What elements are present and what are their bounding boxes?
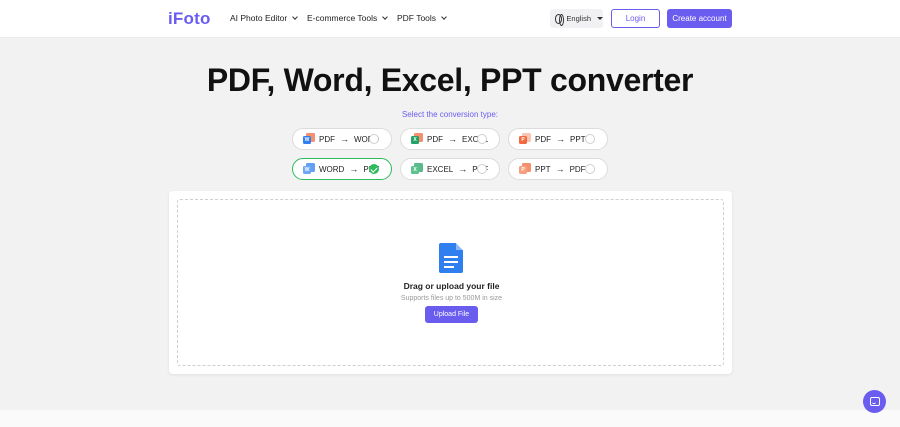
drag-upload-text: Drag or upload your file xyxy=(403,281,500,291)
create-account-button[interactable]: Create account xyxy=(667,9,732,28)
arrow-right-icon: → xyxy=(555,164,565,174)
radio-button[interactable] xyxy=(477,164,487,174)
pdf-to-excel-icon: X xyxy=(411,133,423,145)
option-to: PPT xyxy=(570,134,586,144)
option-from: PDF xyxy=(427,134,443,144)
radio-button[interactable] xyxy=(585,134,595,144)
document-icon xyxy=(439,243,463,273)
nav-ai-photo-editor[interactable]: AI Photo Editor xyxy=(230,13,299,23)
arrow-right-icon: → xyxy=(349,164,359,174)
language-label: English xyxy=(566,14,591,23)
file-size-note: Supports files up to 500M in size xyxy=(400,295,503,302)
option-from: WORD xyxy=(319,164,345,174)
radio-button[interactable] xyxy=(585,164,595,174)
option-from: PDF xyxy=(535,134,551,144)
caret-down-icon xyxy=(597,17,603,20)
option-pdf-to-excel[interactable]: X PDF → EXCEL xyxy=(400,128,500,150)
arrow-right-icon: → xyxy=(448,134,457,144)
check-circle-icon[interactable] xyxy=(369,164,379,174)
globe-icon xyxy=(555,13,564,26)
chevron-down-icon xyxy=(382,13,389,20)
excel-to-pdf-icon: X xyxy=(411,163,423,175)
chat-support-button[interactable] xyxy=(863,390,886,413)
pdf-to-ppt-icon: P xyxy=(519,133,531,145)
top-header: iFoto AI Photo Editor E-commerce Tools P… xyxy=(0,0,900,38)
language-selector[interactable]: English xyxy=(550,9,603,28)
option-excel-to-pdf[interactable]: X EXCEL → PDF xyxy=(400,158,500,180)
logo[interactable]: iFoto xyxy=(168,9,211,29)
login-button[interactable]: Login xyxy=(611,9,660,28)
nav-label: AI Photo Editor xyxy=(230,13,288,23)
option-pdf-to-word[interactable]: W PDF → WORD xyxy=(292,128,392,150)
footer-band xyxy=(0,410,900,427)
nav-label: E-commerce Tools xyxy=(307,13,378,23)
arrow-right-icon: → xyxy=(458,164,468,174)
page-title: PDF, Word, Excel, PPT converter xyxy=(206,62,694,98)
chevron-down-icon xyxy=(441,13,447,20)
word-to-pdf-icon: W xyxy=(303,163,315,175)
option-from: PDF xyxy=(319,134,335,144)
option-from: EXCEL xyxy=(427,164,454,174)
nav-ecommerce-tools[interactable]: E-commerce Tools xyxy=(307,13,389,23)
nav-label: PDF Tools xyxy=(397,13,437,23)
upload-panel: Drag or upload your file Supports files … xyxy=(169,191,732,374)
option-pdf-to-ppt[interactable]: P PDF → PPT xyxy=(508,128,608,150)
option-to: PDF xyxy=(569,164,586,174)
file-dropzone[interactable]: Drag or upload your file Supports files … xyxy=(177,199,724,366)
conversion-type-prompt: Select the conversion type: xyxy=(401,110,499,119)
arrow-right-icon: → xyxy=(340,134,349,144)
option-ppt-to-pdf[interactable]: P PPT → PDF xyxy=(508,158,608,180)
option-from: PPT xyxy=(535,164,551,174)
chat-icon xyxy=(869,397,880,406)
ppt-to-pdf-icon: P xyxy=(519,163,531,175)
radio-button[interactable] xyxy=(369,134,379,144)
nav-pdf-tools[interactable]: PDF Tools xyxy=(397,13,447,23)
pdf-to-word-icon: W xyxy=(303,133,315,145)
chevron-down-icon xyxy=(292,13,299,20)
radio-button[interactable] xyxy=(477,134,487,144)
option-word-to-pdf[interactable]: W WORD → PDF xyxy=(292,158,392,180)
arrow-right-icon: → xyxy=(556,134,565,144)
upload-file-button[interactable]: Upload File xyxy=(425,306,478,323)
